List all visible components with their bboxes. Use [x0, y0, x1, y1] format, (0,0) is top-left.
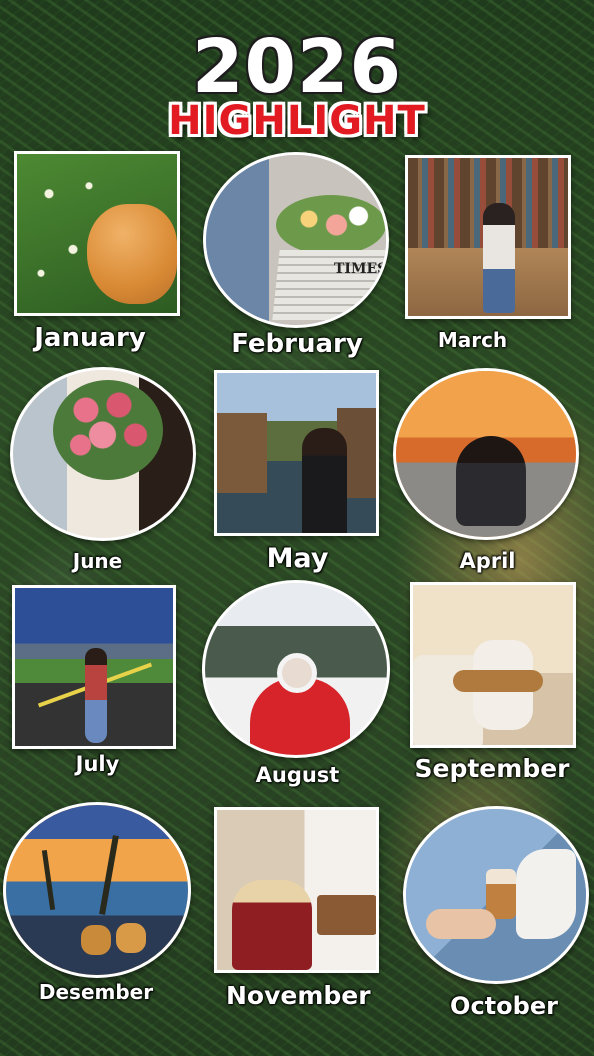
label-november: November [226, 981, 371, 1010]
photo-may[interactable] [214, 370, 379, 536]
label-august: August [255, 763, 340, 787]
photo-june[interactable] [10, 367, 196, 541]
photo-january[interactable] [14, 151, 180, 316]
photo-desember[interactable] [3, 802, 191, 978]
photo-november[interactable] [214, 807, 379, 973]
photo-august[interactable] [202, 580, 390, 758]
label-may: May [266, 543, 329, 574]
label-september: September [414, 754, 570, 783]
label-march: March [437, 328, 508, 352]
label-june: June [72, 549, 123, 573]
label-october: October [450, 992, 558, 1020]
photo-october[interactable] [403, 806, 589, 984]
photo-september[interactable] [410, 582, 576, 748]
roses-shape [53, 380, 163, 480]
photo-april[interactable] [393, 368, 579, 540]
label-desember: Desember [38, 980, 154, 1004]
photo-february[interactable]: TIMES [203, 152, 389, 328]
label-july: July [75, 752, 120, 776]
label-january: January [34, 323, 146, 353]
label-february: February [231, 329, 363, 359]
newspaper-masthead: TIMES [334, 261, 388, 277]
label-april: April [459, 549, 516, 573]
photo-july[interactable] [12, 585, 176, 749]
cat-shape [87, 204, 177, 304]
photo-march[interactable] [405, 155, 571, 319]
highlight-title: HIGHLIGHT [168, 98, 426, 144]
